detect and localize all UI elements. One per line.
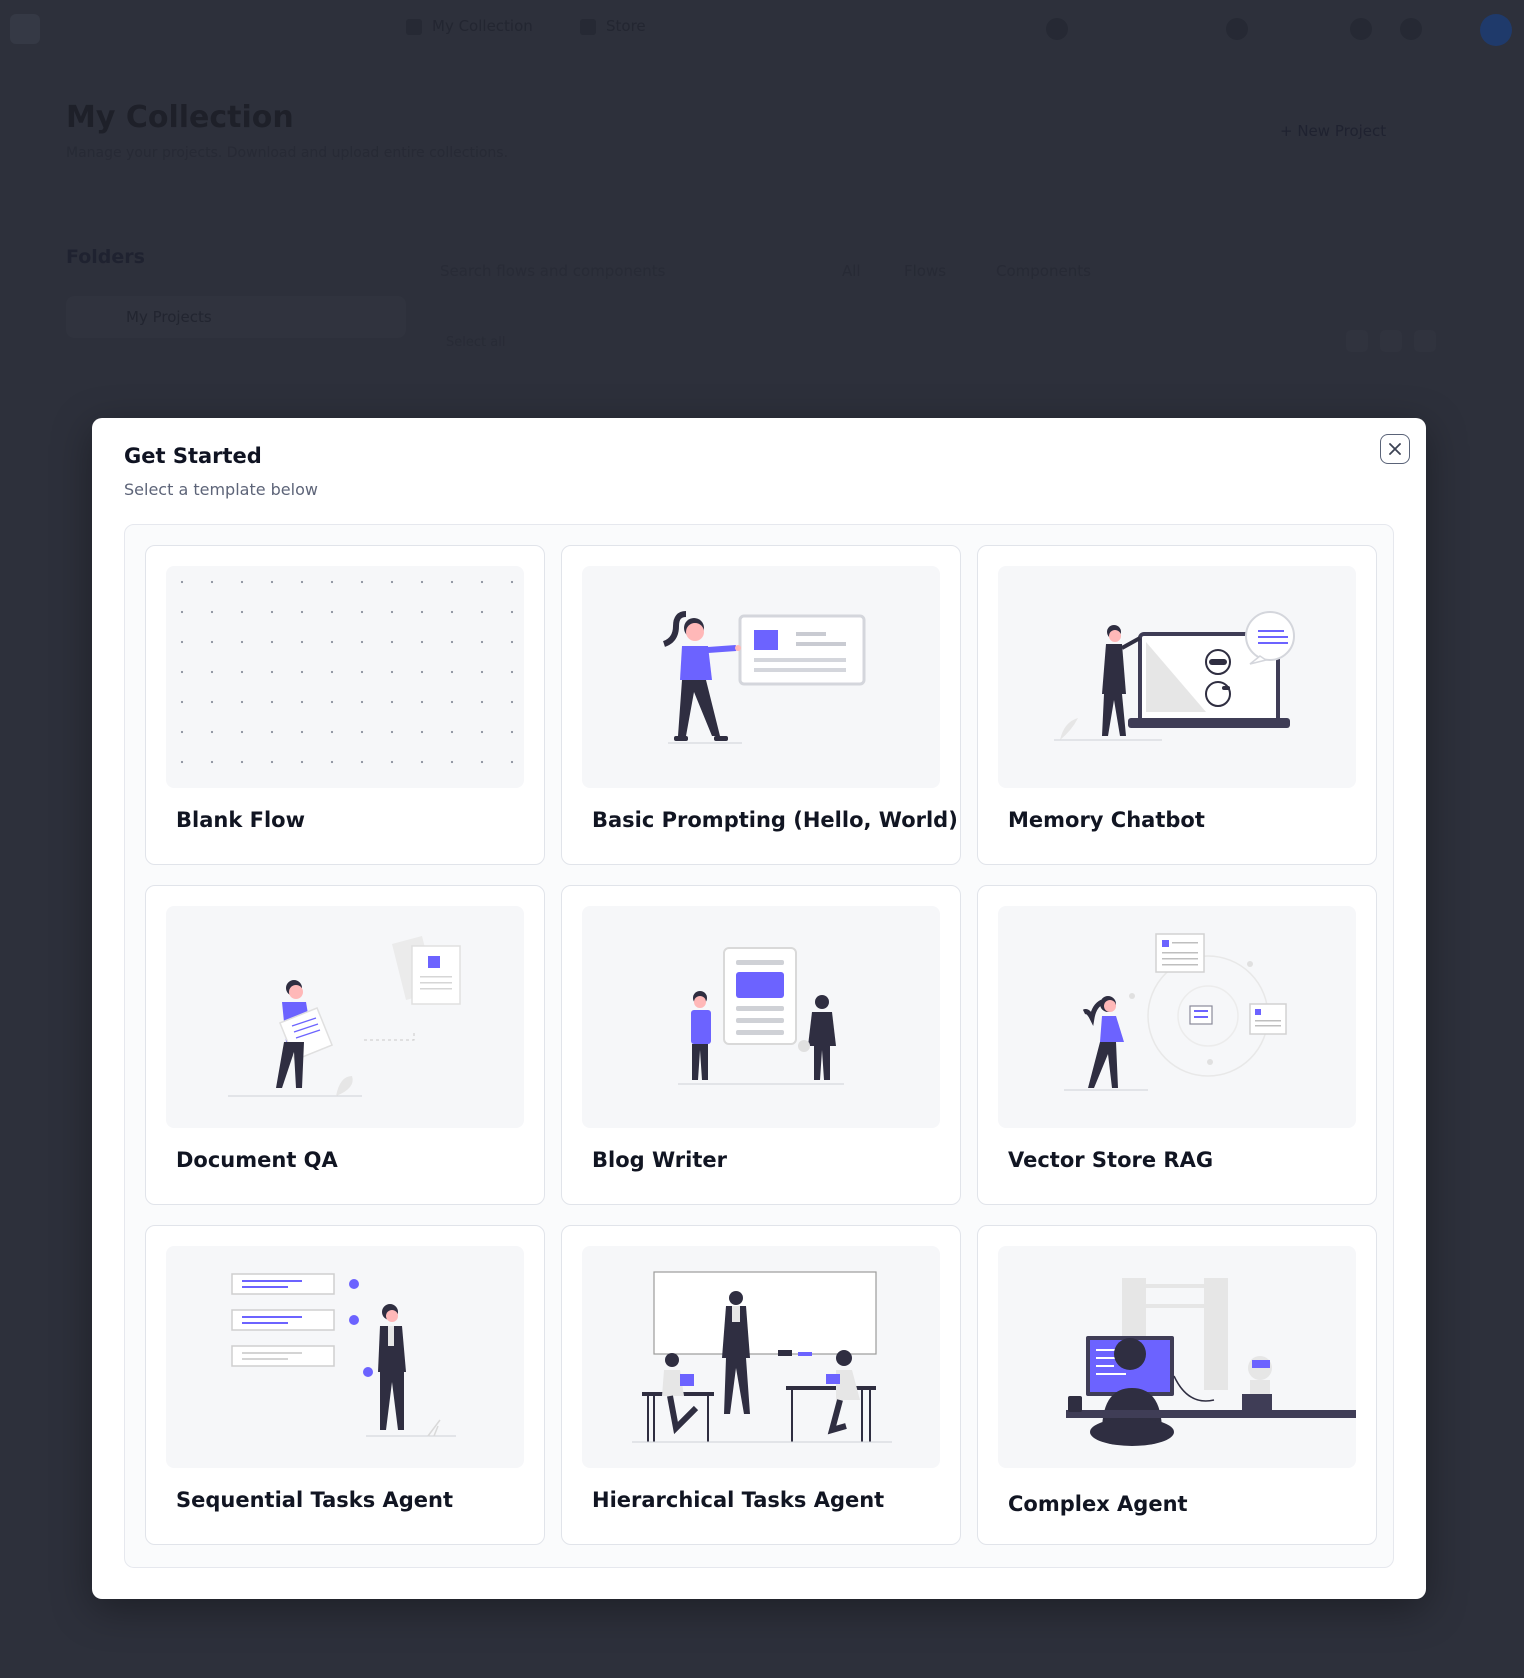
select-all-label: Select all — [446, 335, 506, 350]
folders-heading: Folders — [66, 246, 145, 268]
breadcrumb-store-label: Store — [606, 17, 646, 35]
folder-item-label: My Projects — [126, 308, 212, 326]
template-label: Sequential Tasks Agent — [176, 1488, 454, 1512]
tab-flows: Flows — [904, 262, 947, 280]
template-label: Basic Prompting (Hello, World) — [592, 808, 958, 832]
man-checklist-illustration — [166, 1246, 524, 1468]
github-icon — [1046, 18, 1068, 40]
template-label: Complex Agent — [1008, 1492, 1188, 1516]
top-bar: My Collection Store — [0, 0, 1524, 60]
download-icon — [1346, 330, 1368, 352]
template-label: Vector Store RAG — [1008, 1148, 1214, 1172]
folder-icon — [406, 18, 422, 35]
template-grid: Blank Flow Basic Prompting (Hello, World… — [124, 524, 1394, 1568]
template-card-document-qa[interactable]: Document QA — [145, 885, 545, 1205]
template-card-vector-store-rag[interactable]: Vector Store RAG — [977, 885, 1377, 1205]
template-label: Hierarchical Tasks Agent — [592, 1488, 885, 1512]
store-icon — [580, 18, 596, 35]
close-button[interactable] — [1380, 434, 1410, 464]
get-started-modal: Get Started Select a template below Blan… — [92, 418, 1426, 1599]
logo-icon — [10, 14, 40, 44]
avatar — [1480, 14, 1512, 46]
template-card-memory-chatbot[interactable]: Memory Chatbot — [977, 545, 1377, 865]
template-label: Document QA — [176, 1148, 338, 1172]
person-computer-illustration — [998, 1246, 1356, 1468]
template-label: Memory Chatbot — [1008, 808, 1205, 832]
moon-icon — [1350, 18, 1372, 40]
breadcrumb-store: Store — [580, 17, 646, 35]
modal-subtitle: Select a template below — [124, 480, 318, 499]
template-card-hierarchical-tasks-agent[interactable]: Hierarchical Tasks Agent — [561, 1225, 961, 1545]
breadcrumb-collection-label: My Collection — [432, 17, 533, 35]
man-carrying-document-illustration — [166, 906, 524, 1128]
tab-all: All — [842, 262, 861, 280]
template-card-basic-prompting[interactable]: Basic Prompting (Hello, World) — [561, 545, 961, 865]
template-card-blank-flow[interactable]: Blank Flow — [145, 545, 545, 865]
template-card-complex-agent[interactable]: Complex Agent — [977, 1225, 1377, 1545]
page-title: My Collection — [66, 100, 294, 135]
modal-title: Get Started — [124, 444, 262, 468]
page-subtitle: Manage your projects. Download and uploa… — [66, 145, 509, 161]
trash-icon — [1414, 330, 1436, 352]
tab-components: Components — [996, 262, 1091, 280]
template-label: Blank Flow — [176, 808, 305, 832]
close-icon — [1389, 443, 1401, 455]
blog-page-illustration — [582, 906, 940, 1128]
woman-laptop-robot-illustration — [998, 566, 1356, 788]
template-label: Blog Writer — [592, 1148, 727, 1172]
team-meeting-illustration — [582, 1246, 940, 1468]
woman-presenting-illustration — [582, 566, 940, 788]
template-card-sequential-tasks-agent[interactable]: Sequential Tasks Agent — [145, 1225, 545, 1545]
upload-icon — [1380, 330, 1402, 352]
woman-floating-docs-illustration — [998, 906, 1356, 1128]
search-input: Search flows and components — [440, 262, 666, 280]
new-project-button: + New Project — [1280, 122, 1387, 140]
folder-item: My Projects — [66, 296, 406, 338]
template-card-blog-writer[interactable]: Blog Writer — [561, 885, 961, 1205]
breadcrumb-collection: My Collection — [406, 17, 533, 35]
bell-icon — [1226, 18, 1248, 40]
settings-icon — [1400, 18, 1422, 40]
dot-grid-illustration — [166, 566, 524, 788]
